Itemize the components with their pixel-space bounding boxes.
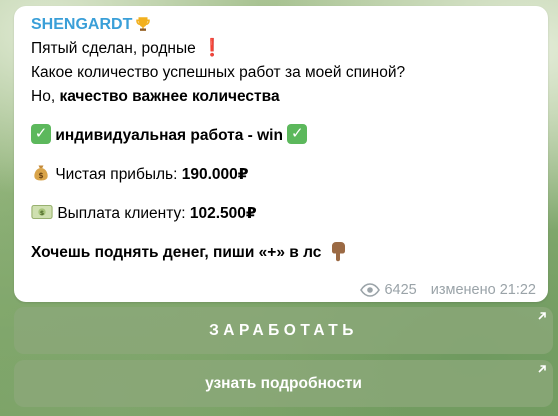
svg-text:$: $ <box>40 209 45 217</box>
message-line-2: Какое количество успешных работ за моей … <box>31 64 406 81</box>
details-button-label: узнать подробности <box>205 375 362 392</box>
message-line-4: ✓ индивидуальная работа - win ✓ <box>31 123 536 148</box>
svg-text:$: $ <box>38 171 43 180</box>
message-line-6: $ Выплата клиенту: 102.500₽ <box>31 202 536 226</box>
message-text: Но, <box>31 88 60 105</box>
earn-button-label: ЗАРАБОТАТЬ <box>209 322 358 339</box>
view-count: 6425 <box>384 282 417 298</box>
eye-icon <box>360 283 381 297</box>
message-line-1: Пятый сделан, родные ❗ <box>31 36 536 61</box>
message-bold-text: индивидуальная работа - win <box>55 127 283 144</box>
money-bag-icon: $ <box>34 165 48 181</box>
exclamation-icon: ❗ <box>201 38 223 57</box>
external-link-icon <box>538 365 546 373</box>
message-line-3: Но, качество важнее количества <box>31 85 536 109</box>
trophy-icon <box>136 17 151 31</box>
check-mark-icon: ✓ <box>287 123 308 144</box>
sender-name[interactable]: SHENGARDT <box>31 14 132 36</box>
banknote-icon: $ <box>31 205 53 219</box>
details-button[interactable]: узнать подробности <box>14 360 553 407</box>
profit-value: 190.000₽ <box>181 166 249 183</box>
pointing-down-icon <box>331 241 345 262</box>
edited-timestamp: изменено 21:22 <box>430 282 536 298</box>
external-link-icon <box>538 312 546 320</box>
sender-row: SHENGARDT <box>31 14 536 36</box>
message-text: Пятый сделан, родные <box>31 40 196 57</box>
message-line-7: Хочешь поднять денег, пиши «+» в лс <box>31 241 536 265</box>
earn-button[interactable]: ЗАРАБОТАТЬ <box>14 307 553 354</box>
message-meta: 6425 изменено 21:22 <box>360 282 536 298</box>
payout-value: 102.500₽ <box>189 205 257 222</box>
message-bold-text: Хочешь поднять денег, пиши «+» в лс <box>31 244 322 261</box>
message-bubble: SHENGARDT Пятый сделан, родные ❗ Какое ко… <box>14 6 548 302</box>
payout-label: Выплата клиенту: <box>57 205 190 222</box>
profit-label: Чистая прибыль: <box>55 166 182 183</box>
check-mark-icon: ✓ <box>31 123 51 144</box>
message-line-5: $ Чистая прибыль: 190.000₽ <box>31 163 536 187</box>
message-bold-text: качество важнее количества <box>59 88 280 105</box>
